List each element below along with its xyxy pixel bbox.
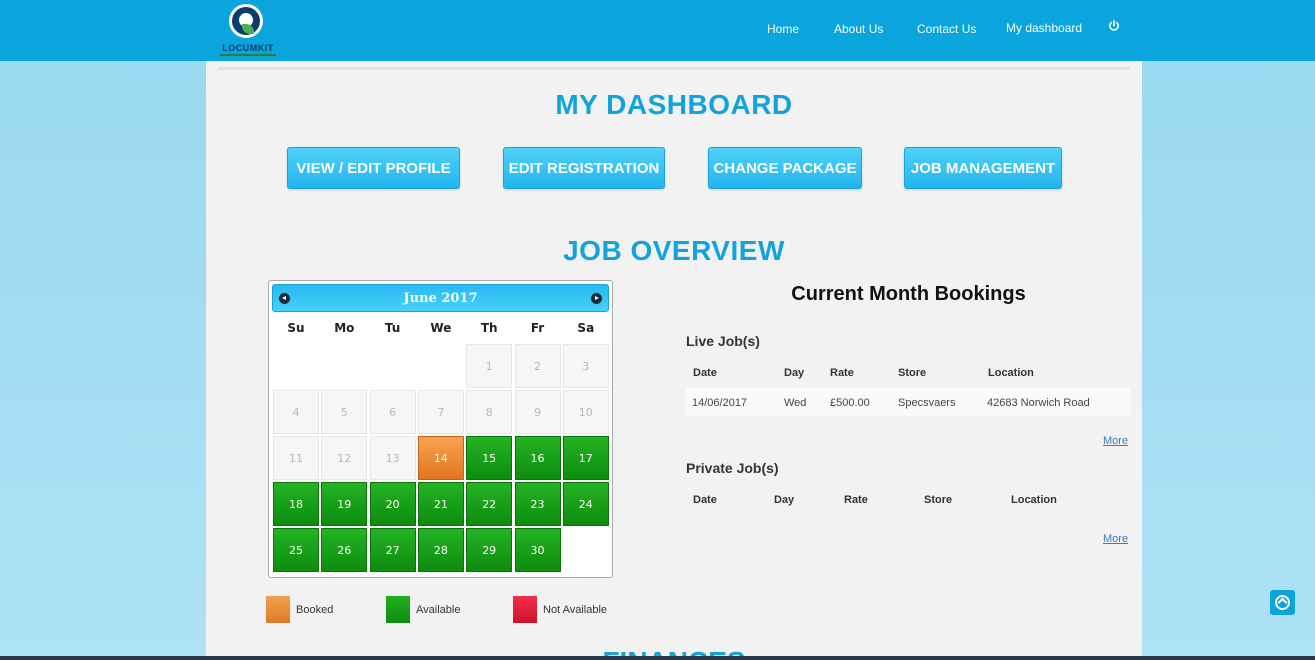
table-row[interactable]: 14/06/2017 Wed £500.00 Specsvaers 42683 … bbox=[686, 388, 1130, 416]
cell-store: Specsvaers bbox=[898, 397, 956, 409]
calendar-day[interactable]: 22 bbox=[466, 482, 513, 526]
cell-rate: £500.00 bbox=[830, 397, 870, 409]
logo-underline bbox=[220, 54, 276, 56]
divider bbox=[218, 67, 1130, 70]
calendar-day[interactable]: 19 bbox=[321, 482, 368, 526]
calendar-day[interactable]: 18 bbox=[273, 482, 319, 526]
private-jobs-title: Private Job(s) bbox=[686, 460, 779, 476]
nav-home[interactable]: Home bbox=[767, 22, 799, 36]
col-location: Location bbox=[988, 367, 1034, 379]
live-jobs-title: Live Job(s) bbox=[686, 333, 760, 349]
page-title: MY DASHBOARD bbox=[555, 89, 793, 120]
calendar-day[interactable]: 5 bbox=[321, 390, 368, 434]
col-day: Day bbox=[784, 367, 805, 379]
calendar-day[interactable]: 28 bbox=[417, 528, 464, 572]
col-location: Location bbox=[1011, 494, 1057, 506]
calendar-day[interactable]: 3 bbox=[562, 344, 609, 388]
weekday-header: Tu bbox=[384, 321, 401, 335]
calendar-day[interactable]: 7 bbox=[417, 390, 464, 434]
cell-location: 42683 Norwich Road bbox=[987, 397, 1090, 409]
calendar-day[interactable]: 1 bbox=[466, 344, 513, 388]
cell-date: 14/06/2017 bbox=[692, 397, 748, 409]
legend-label: Booked bbox=[296, 604, 334, 616]
calendar-day[interactable]: 15 bbox=[466, 436, 513, 480]
calendar-month: June 2017 bbox=[403, 291, 478, 306]
calendar-day[interactable]: 17 bbox=[562, 436, 609, 480]
private-jobs-more-link[interactable]: More bbox=[1103, 533, 1128, 545]
legend-label: Not Available bbox=[543, 604, 608, 616]
calendar-day[interactable]: 9 bbox=[514, 390, 561, 434]
nav-contact-us[interactable]: Contact Us bbox=[917, 22, 976, 36]
weekday-header: Mo bbox=[334, 321, 355, 335]
power-icon[interactable] bbox=[1108, 20, 1120, 32]
weekday-header: Su bbox=[287, 321, 305, 335]
col-day: Day bbox=[774, 494, 795, 506]
edit-registration-button[interactable]: EDIT REGISTRATION bbox=[503, 147, 665, 189]
chevron-right-icon[interactable] bbox=[591, 293, 602, 304]
calendar-day[interactable]: 16 bbox=[514, 436, 561, 480]
calendar-day[interactable]: 2 bbox=[514, 344, 561, 388]
calendar-day[interactable]: 13 bbox=[369, 436, 416, 480]
live-jobs-more-link[interactable]: More bbox=[1103, 435, 1128, 447]
nav-my-dashboard[interactable]: My dashboard bbox=[1006, 21, 1082, 35]
calendar-day[interactable]: 4 bbox=[273, 390, 319, 434]
calendar-day[interactable]: 29 bbox=[466, 528, 513, 572]
calendar-day[interactable]: 11 bbox=[273, 436, 319, 480]
calendar-day[interactable]: 8 bbox=[466, 390, 513, 434]
calendar-day[interactable]: 24 bbox=[562, 482, 609, 526]
bottom-bar bbox=[0, 656, 1315, 660]
calendar-day[interactable]: 20 bbox=[369, 482, 416, 526]
calendar-day[interactable]: 25 bbox=[273, 528, 319, 572]
change-package-button[interactable]: CHANGE PACKAGE bbox=[708, 147, 862, 189]
calendar-day[interactable]: 23 bbox=[514, 482, 561, 526]
bookings-title: Current Month Bookings bbox=[791, 283, 1026, 305]
col-date: Date bbox=[693, 367, 717, 379]
job-overview-title: JOB OVERVIEW bbox=[563, 235, 785, 266]
calendar-day[interactable]: 12 bbox=[321, 436, 368, 480]
weekday-header: Th bbox=[480, 321, 498, 335]
col-store: Store bbox=[898, 367, 927, 379]
job-calendar: June 2017 Su Mo Tu We Th Fr Sa 1 2 3 4 5 6 7 8 9 10 11 12… bbox=[268, 280, 613, 578]
calendar-day[interactable]: 30 bbox=[514, 528, 561, 572]
weekday-header: Sa bbox=[577, 321, 595, 335]
legend-swatch bbox=[266, 596, 290, 623]
view-edit-profile-button[interactable]: VIEW / EDIT PROFILE bbox=[287, 147, 460, 189]
nav-about-us[interactable]: About Us bbox=[834, 22, 883, 36]
scroll-top-button[interactable] bbox=[1270, 590, 1295, 615]
weekday-header: We bbox=[430, 321, 452, 335]
col-store: Store bbox=[924, 494, 953, 506]
legend-swatch bbox=[386, 596, 410, 623]
cell-day: Wed bbox=[784, 397, 807, 409]
col-rate: Rate bbox=[830, 367, 854, 379]
calendar-day[interactable]: 27 bbox=[369, 528, 416, 572]
legend-swatch bbox=[513, 596, 537, 623]
top-navbar: LOCUMKIT Home About Us Contact Us My das… bbox=[0, 0, 1315, 61]
dashboard-panel: MY DASHBOARD VIEW / EDIT PROFILE EDIT RE… bbox=[206, 61, 1142, 660]
col-rate: Rate bbox=[844, 494, 868, 506]
calendar-day[interactable]: 21 bbox=[417, 482, 464, 526]
weekday-header: Fr bbox=[530, 321, 545, 335]
col-date: Date bbox=[693, 494, 717, 506]
calendar-day[interactable]: 6 bbox=[369, 390, 416, 434]
calendar-header: June 2017 bbox=[272, 284, 609, 312]
logo[interactable]: LOCUMKIT bbox=[218, 4, 278, 58]
legend-label: Available bbox=[416, 604, 461, 616]
calendar-day[interactable]: 10 bbox=[562, 390, 609, 434]
logo-text: LOCUMKIT bbox=[222, 43, 274, 53]
job-management-button[interactable]: JOB MANAGEMENT bbox=[904, 147, 1062, 189]
calendar-day[interactable]: 26 bbox=[321, 528, 368, 572]
arrow-up-circle-icon bbox=[1275, 595, 1290, 610]
calendar-day[interactable]: 14 bbox=[417, 436, 464, 480]
